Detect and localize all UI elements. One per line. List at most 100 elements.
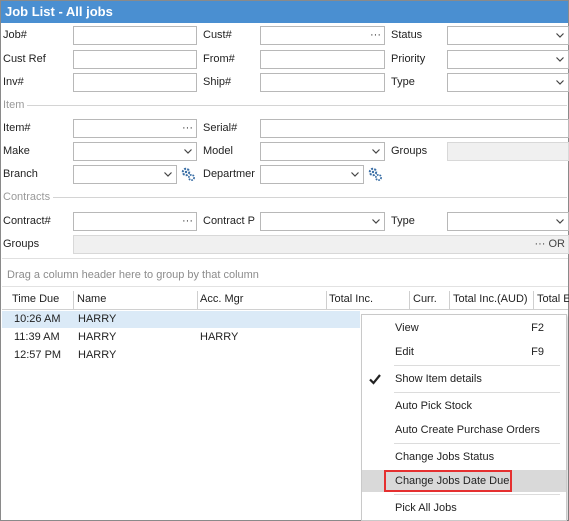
chevron-down-icon[interactable] [351, 170, 359, 178]
chevron-down-icon[interactable] [372, 217, 380, 225]
status-select[interactable] [447, 26, 569, 45]
contract-lookup-button[interactable]: ··· [182, 215, 193, 227]
column-header-total-e[interactable]: Total E [537, 293, 569, 305]
menu-item-change-jobs-date-due[interactable]: Change Jobs Date Due [362, 470, 566, 492]
model-select[interactable] [260, 142, 385, 161]
contracts-group-label: Contracts [3, 191, 51, 203]
branch-settings-gear-icon[interactable] [180, 166, 196, 182]
table-row[interactable]: 10:26 AM HARRY [2, 311, 360, 328]
chevron-down-icon[interactable] [164, 170, 172, 178]
group-by-drop-area[interactable]: Drag a column header here to group by th… [7, 269, 259, 281]
chevron-down-icon[interactable] [556, 78, 564, 86]
item-number-input[interactable]: ··· [73, 119, 197, 138]
serial-input[interactable] [260, 119, 569, 138]
make-label: Make [3, 145, 30, 157]
cust-number-input[interactable]: ··· [260, 26, 385, 45]
menu-item-show-item-details[interactable]: Show Item details [362, 368, 566, 390]
menu-item-label: Show Item details [395, 373, 482, 385]
contract-number-input[interactable]: ··· [73, 212, 197, 231]
contract-p-label: Contract P [203, 215, 255, 227]
table-row[interactable]: 12:57 PM HARRY [2, 347, 360, 364]
item-groups-label: Groups [391, 145, 428, 157]
column-divider[interactable] [449, 291, 450, 309]
filter-panel-divider [2, 258, 568, 259]
chevron-down-icon[interactable] [556, 217, 564, 225]
make-select[interactable] [73, 142, 197, 161]
menu-item-label: Auto Create Purchase Orders [395, 424, 540, 436]
contract-type-select[interactable] [447, 212, 569, 231]
chevron-down-icon[interactable] [556, 31, 564, 39]
item-group-divider [27, 105, 567, 106]
group-panel-divider [2, 286, 568, 287]
menu-item-pick-all-jobs[interactable]: Pick All Jobs [362, 497, 566, 519]
highlight-box [384, 470, 512, 492]
menu-item-change-jobs-status[interactable]: Change Jobs Status [362, 446, 566, 468]
branch-label: Branch [3, 168, 38, 180]
type-select[interactable] [447, 73, 569, 92]
checkmark-icon [368, 372, 382, 386]
cust-ref-input[interactable] [73, 50, 197, 69]
contract-p-select[interactable] [260, 212, 385, 231]
ship-label: Ship# [203, 76, 232, 88]
ship-input[interactable] [260, 73, 385, 92]
column-header-total-inc[interactable]: Total Inc. [329, 293, 373, 305]
department-settings-gear-icon[interactable] [367, 166, 383, 182]
cell-name: HARRY [78, 313, 117, 325]
item-lookup-button[interactable]: ··· [182, 122, 193, 134]
cust-ref-label: Cust Ref [3, 53, 46, 65]
cell-acc-mgr: HARRY [200, 331, 239, 343]
column-divider[interactable] [73, 291, 74, 309]
menu-item-auto-pick-stock[interactable]: Auto Pick Stock [362, 395, 566, 417]
column-header-total-inc-aud[interactable]: Total Inc.(AUD) [453, 293, 528, 305]
model-label: Model [203, 145, 233, 157]
column-divider[interactable] [533, 291, 534, 309]
chevron-down-icon[interactable] [372, 147, 380, 155]
job-number-input[interactable] [73, 26, 197, 45]
column-divider[interactable] [409, 291, 410, 309]
chevron-down-icon[interactable] [556, 55, 564, 63]
priority-select[interactable] [447, 50, 569, 69]
job-number-label: Job# [3, 29, 27, 41]
menu-item-shortcut: F2 [531, 322, 544, 334]
cust-number-label: Cust# [203, 29, 232, 41]
job-list-window: Job List - All jobs Job# Cust# ··· Statu… [0, 0, 569, 521]
contracts-group-divider [53, 197, 567, 198]
menu-item-edit[interactable]: Edit F9 [362, 341, 566, 363]
from-input[interactable] [260, 50, 385, 69]
menu-item-label: Pick All Jobs [395, 502, 457, 514]
menu-item-shortcut: F9 [531, 346, 544, 358]
branch-select[interactable] [73, 165, 177, 184]
status-label: Status [391, 29, 423, 41]
menu-item-view[interactable]: View F2 [362, 317, 566, 339]
menu-separator [394, 443, 560, 444]
cell-name: HARRY [78, 349, 117, 361]
priority-label: Priority [391, 53, 426, 65]
from-label: From# [203, 53, 235, 65]
window-title: Job List - All jobs [1, 1, 568, 23]
cell-name: HARRY [78, 331, 117, 343]
contract-groups-label: Groups [3, 238, 40, 250]
cell-time-due: 11:39 AM [14, 331, 60, 343]
cust-lookup-button[interactable]: ··· [370, 29, 381, 41]
inv-label: Inv# [3, 76, 24, 88]
cell-time-due: 12:57 PM [14, 349, 62, 361]
menu-item-label: Change Jobs Status [395, 451, 495, 463]
column-divider[interactable] [326, 291, 327, 309]
contract-groups-field[interactable]: ··· OR [73, 235, 569, 254]
column-header-time-due[interactable]: Time Due [12, 293, 59, 305]
column-header-curr[interactable]: Curr. [413, 293, 437, 305]
table-row[interactable]: 11:39 AM HARRY HARRY [2, 329, 360, 346]
inv-input[interactable] [73, 73, 197, 92]
column-header-acc-mgr[interactable]: Acc. Mgr [200, 293, 243, 305]
item-groups-field [447, 142, 569, 161]
department-select[interactable] [260, 165, 364, 184]
menu-separator [394, 392, 560, 393]
contract-number-label: Contract# [3, 215, 51, 227]
menu-item-auto-create-purchase-orders[interactable]: Auto Create Purchase Orders [362, 419, 566, 441]
menu-item-label: Auto Pick Stock [395, 400, 473, 412]
chevron-down-icon[interactable] [184, 147, 192, 155]
contract-groups-or-button[interactable]: ··· OR [534, 238, 565, 250]
column-header-name[interactable]: Name [77, 293, 106, 305]
column-divider[interactable] [197, 291, 198, 309]
item-group-label: Item [3, 99, 25, 111]
